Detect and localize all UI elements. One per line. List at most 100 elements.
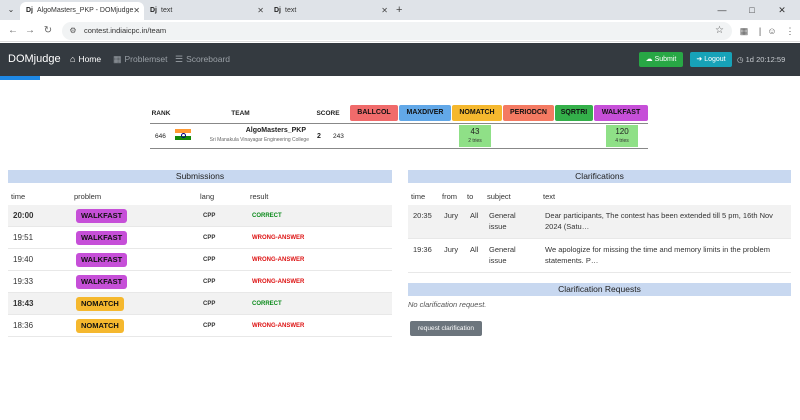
domjudge-favicon-icon: Dj [150, 7, 157, 14]
more-menu-icon[interactable]: ⋮ [782, 23, 798, 39]
submission-result: CORRECT [252, 301, 282, 307]
submission-lang: CPP [203, 279, 216, 285]
cell-walkfast-tries: 4 tries [615, 138, 629, 144]
clar-col-time: time [411, 192, 426, 201]
tab-text-1[interactable]: Dj text ✕ [144, 2, 268, 20]
rank-header: RANK [151, 110, 171, 117]
submission-row[interactable]: 18:43 NOMATCH CPP CORRECT [8, 293, 392, 315]
submission-time: 19:40 [13, 255, 34, 264]
team-solved: 2 [317, 133, 321, 140]
clar-from: Jury [444, 245, 459, 254]
team-affiliation: Sri Manakula Vinayagar Engineering Colle… [209, 137, 309, 143]
clar-col-text: text [543, 192, 556, 201]
sign-out-icon: ➜ [696, 56, 703, 63]
submissions-title: Submissions [8, 170, 392, 183]
header-divider [150, 123, 648, 124]
minimize-icon[interactable]: — [707, 0, 737, 20]
cell-nomatch-time: 43 [470, 127, 480, 136]
submission-row[interactable]: 19:40 WALKFAST CPP WRONG-ANSWER [8, 249, 392, 271]
nav-home[interactable]: ⌂ Home [70, 43, 101, 76]
row-divider [150, 148, 648, 149]
sub-col-problem: problem [74, 192, 102, 201]
window-close-icon[interactable]: ✕ [767, 0, 797, 20]
cell-walkfast[interactable]: 120 4 tries [606, 125, 638, 147]
submission-lang: CPP [203, 213, 216, 219]
submission-result: WRONG-ANSWER [252, 257, 305, 263]
submission-row[interactable]: 19:51 WALKFAST CPP WRONG-ANSWER [8, 227, 392, 249]
team-penalty: 243 [333, 133, 344, 140]
submission-result: CORRECT [252, 213, 282, 219]
clarifications-title: Clarifications [408, 170, 791, 183]
submission-time: 20:00 [13, 211, 34, 220]
nav-problemset-label: Problemset [124, 54, 168, 64]
submission-row[interactable]: 18:36 NOMATCH CPP WRONG-ANSWER [8, 315, 392, 337]
problem-badge: WALKFAST [76, 253, 128, 267]
tab-close-icon[interactable]: ✕ [133, 2, 140, 20]
tab-close-icon[interactable]: ✕ [257, 2, 264, 20]
problem-header-periodcn[interactable]: PERIODCN [503, 105, 554, 121]
submission-row[interactable]: 19:33 WALKFAST CPP WRONG-ANSWER [8, 271, 392, 293]
nav-home-label: Home [78, 54, 102, 64]
cell-nomatch[interactable]: 43 2 tries [459, 125, 491, 147]
submit-button[interactable]: ☁ Submit [639, 52, 683, 67]
problem-badge: NOMATCH [76, 319, 124, 333]
tab-search-chevron-down-icon[interactable]: ⌄ [4, 3, 18, 17]
problem-badge: NOMATCH [76, 297, 124, 311]
back-arrow-icon[interactable]: ← [5, 23, 21, 39]
submission-time: 19:51 [13, 233, 34, 242]
clar-time: 19:36 [413, 245, 432, 254]
problem-header-ballcol[interactable]: BALLCOL [350, 105, 398, 121]
bookmark-star-icon[interactable]: ☆ [715, 22, 724, 40]
clarification-row[interactable]: 20:35 Jury All General issue Dear partic… [408, 205, 791, 239]
clar-to: All [470, 211, 479, 220]
nav-scoreboard[interactable]: ☰ Scoreboard [175, 43, 230, 76]
clar-to: All [470, 245, 479, 254]
list-icon: ☰ [175, 54, 184, 64]
maximize-icon[interactable]: □ [737, 0, 767, 20]
url-field[interactable]: ⚙ contest.indiaicpc.in/team ☆ [62, 22, 732, 40]
problem-badge: WALKFAST [76, 231, 128, 245]
problem-header-nomatch[interactable]: NOMATCH [452, 105, 502, 121]
cell-walkfast-time: 120 [615, 127, 629, 136]
new-tab-plus-icon[interactable]: + [396, 2, 402, 18]
nav-problemset[interactable]: ▦ Problemset [113, 43, 168, 76]
problem-header-walkfast[interactable]: WALKFAST [594, 105, 648, 121]
url-text[interactable]: contest.indiaicpc.in/team [84, 22, 166, 40]
clar-col-from: from [442, 192, 457, 201]
domjudge-favicon-icon: Dj [26, 7, 33, 14]
team-name[interactable]: AlgoMasters_PKP [196, 127, 306, 134]
contest-progress-bar [0, 76, 40, 80]
india-flag-icon [175, 129, 191, 140]
domjudge-favicon-icon: Dj [274, 7, 281, 14]
team-rank: 646 [155, 133, 166, 140]
submission-lang: CPP [203, 235, 216, 241]
reload-icon[interactable]: ↻ [40, 23, 56, 39]
clar-time: 20:35 [413, 211, 432, 220]
logout-button[interactable]: ➜ Logout [690, 52, 732, 67]
problem-header-maxdiver[interactable]: MAXDIVER [399, 105, 451, 121]
clar-subject: General issue [489, 245, 516, 265]
submission-row[interactable]: 20:00 WALKFAST CPP CORRECT [8, 205, 392, 227]
logout-label: Logout [704, 56, 726, 63]
submission-result: WRONG-ANSWER [252, 235, 305, 241]
cell-nomatch-tries: 2 tries [468, 138, 482, 144]
tab-text-2[interactable]: Dj text ✕ [268, 2, 392, 20]
tab-domjudge[interactable]: Dj AlgoMasters_PKP - DOMjudge ✕ [20, 2, 144, 20]
brand-logo[interactable]: DOMjudge [8, 43, 61, 76]
submission-result: WRONG-ANSWER [252, 279, 305, 285]
clarification-row[interactable]: 19:36 Jury All General issue We apologiz… [408, 239, 791, 273]
profile-icon[interactable]: ☺ [764, 23, 780, 39]
domjudge-navbar: DOMjudge ⌂ Home ▦ Problemset ☰ Scoreboard ☁… [0, 43, 800, 76]
problem-header-sqrtri[interactable]: SQRTRI [555, 105, 593, 121]
clar-subject: General issue [489, 211, 516, 231]
extensions-icon[interactable]: ▦ [736, 23, 752, 39]
site-info-icon[interactable]: ⚙ [67, 25, 79, 37]
browser-tab-bar: ⌄ Dj AlgoMasters_PKP - DOMjudge ✕ Dj text … [0, 0, 800, 20]
submission-time: 18:43 [13, 299, 34, 308]
request-clarification-button[interactable]: request clarification [410, 321, 482, 336]
problem-badge: WALKFAST [76, 209, 128, 223]
cloud-upload-icon: ☁ [645, 56, 653, 63]
tab-close-icon[interactable]: ✕ [381, 2, 388, 20]
submission-lang: CPP [203, 301, 216, 307]
forward-arrow-icon[interactable]: → [22, 23, 38, 39]
